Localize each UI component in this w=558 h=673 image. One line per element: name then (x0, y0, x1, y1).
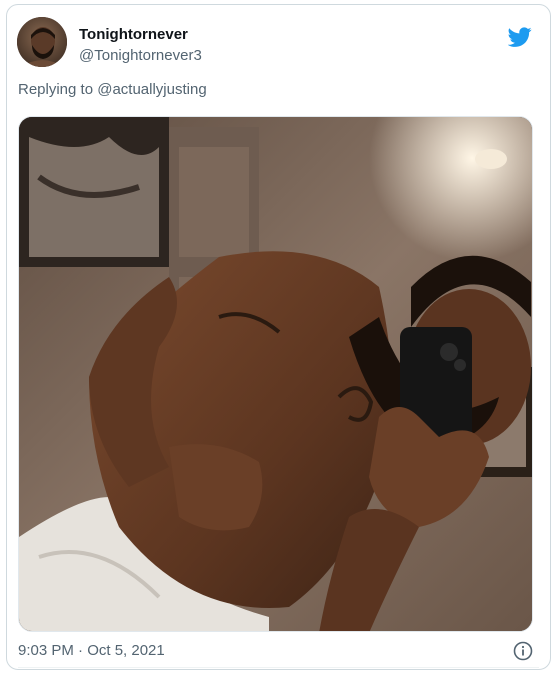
tweet-header: Tonightornever @Tonightornever3 (17, 17, 540, 69)
tweet-footer: 9:03 PM · Oct 5, 2021 (18, 641, 533, 661)
author-names[interactable]: Tonightornever @Tonightornever3 (79, 26, 202, 66)
tweet-timestamp[interactable]: 9:03 PM · Oct 5, 2021 (18, 642, 165, 659)
reply-prefix: Replying to (18, 81, 94, 98)
reply-mention-link[interactable]: @actuallyjusting (97, 81, 206, 98)
divider (18, 667, 539, 668)
tweet-card[interactable]: Tonightornever @Tonightornever3 Replying… (6, 4, 551, 670)
display-name[interactable]: Tonightornever (79, 26, 202, 44)
reply-context: Replying to @actuallyjusting (18, 81, 207, 98)
avatar[interactable] (17, 17, 67, 67)
info-icon[interactable] (513, 641, 533, 661)
user-handle[interactable]: @Tonightornever3 (79, 46, 202, 66)
twitter-bird-icon[interactable] (507, 25, 532, 49)
tweet-photo[interactable] (18, 116, 533, 632)
